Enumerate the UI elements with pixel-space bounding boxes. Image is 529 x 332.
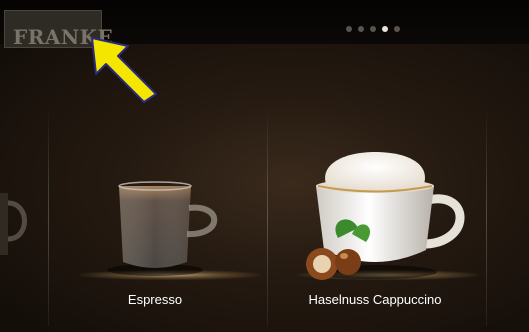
- tile-divider: [48, 106, 49, 326]
- page-dot[interactable]: [370, 26, 376, 32]
- cappuccino-cup-icon[interactable]: [300, 150, 475, 280]
- page-dot[interactable]: [358, 26, 364, 32]
- tile-divider: [267, 106, 268, 326]
- page-indicator: [346, 26, 400, 32]
- page-dot[interactable]: [346, 26, 352, 32]
- product-label[interactable]: Espresso: [128, 292, 182, 307]
- page-dot-active[interactable]: [382, 26, 388, 32]
- tile-divider: [486, 106, 487, 326]
- page-dot[interactable]: [394, 26, 400, 32]
- espresso-cup-icon[interactable]: [105, 172, 235, 282]
- product-label[interactable]: Haselnuss Cappuccino: [309, 292, 442, 307]
- previous-product-cup-icon[interactable]: [0, 185, 30, 265]
- coffee-machine-screen: FRANKE Espresso Haselnuss Cappuccino: [0, 0, 529, 332]
- pointer-arrow-icon: [91, 37, 157, 103]
